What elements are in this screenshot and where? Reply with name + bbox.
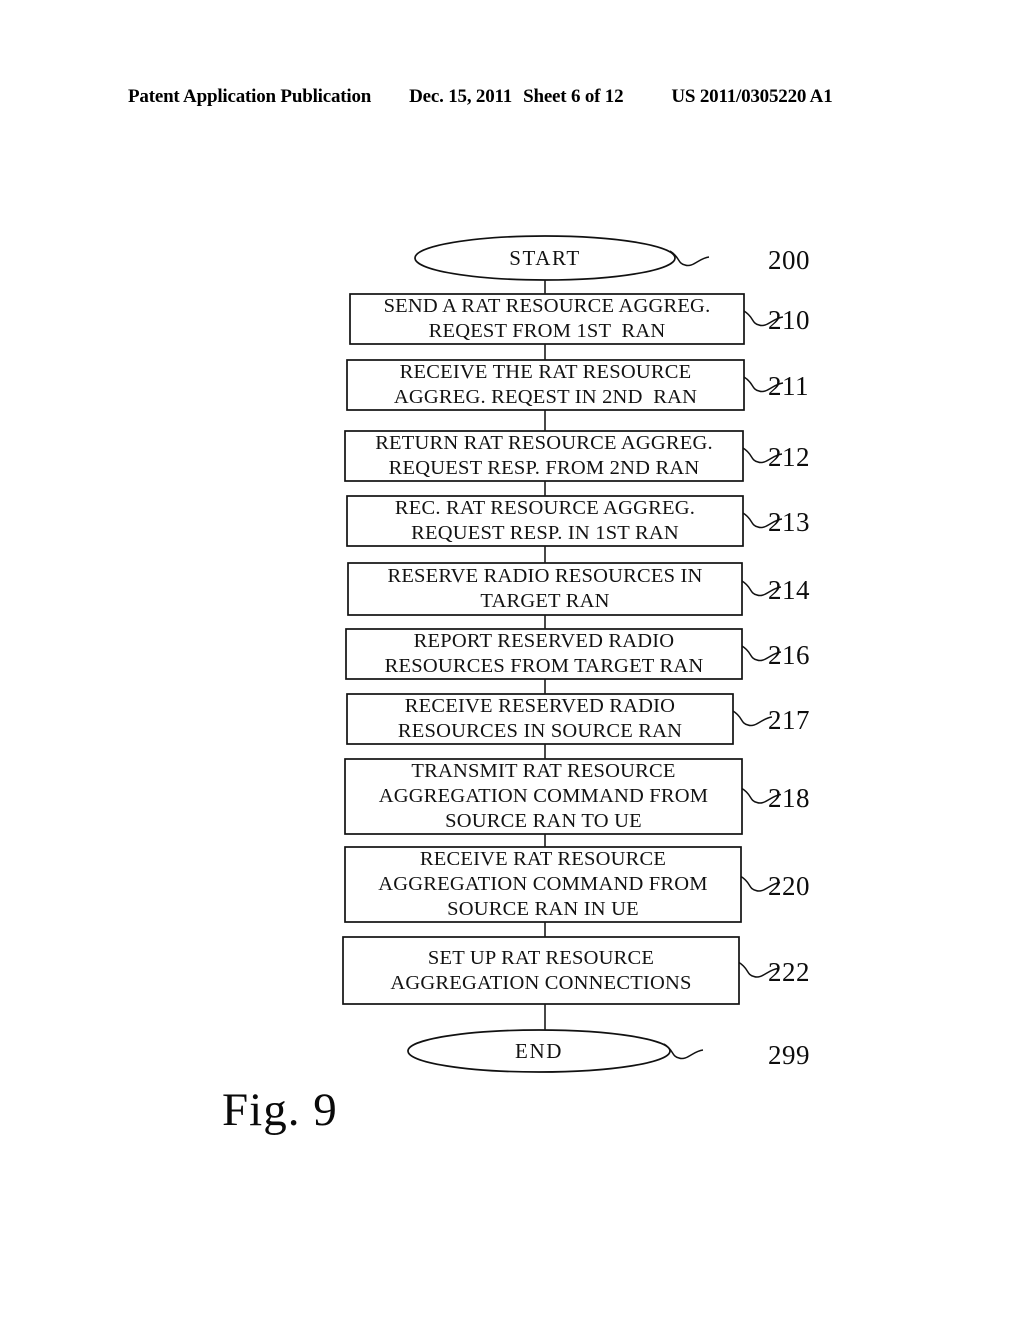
- node-text-line: SET UP RAT RESOURCE: [427, 946, 655, 969]
- reference-numeral-211: 211: [768, 371, 809, 401]
- node-text-line: RECEIVE RAT RESOURCE: [419, 848, 667, 870]
- reference-numeral-210: 210: [768, 305, 810, 335]
- reference-numeral-217: 217: [768, 705, 810, 735]
- process-box-label-217: RECEIVE RESERVED RADIO RESOURCES IN SOURC…: [347, 694, 733, 744]
- leader-line-217: [732, 710, 773, 727]
- node-text-line: RECEIVE RESERVED RADIO: [404, 695, 676, 717]
- reference-numeral-218: 218: [768, 782, 810, 813]
- header-patent-number: US 2011/0305220 A1: [671, 86, 833, 107]
- figure-caption: Fig. 9: [222, 1084, 338, 1136]
- node-text-line: RESOURCES FROM TARGET RAN: [384, 655, 704, 677]
- node-text-line: RESERVE RADIO RESOURCES IN: [387, 565, 703, 587]
- process-box-label-222: SET UP RAT RESOURCE AGGREGATION CONNECTIO…: [343, 937, 739, 1004]
- reference-numeral-220: 220: [768, 870, 810, 901]
- end-terminal-label: END: [408, 1030, 670, 1072]
- node-text-line: SOURCE RAN IN UE: [447, 898, 639, 920]
- reference-numeral-200: 200: [768, 245, 810, 275]
- process-box-label-214: RESERVE RADIO RESOURCES IN TARGET RAN: [348, 563, 742, 615]
- node-text-line: AGGREG. REQEST IN 2ND RAN: [393, 386, 698, 408]
- reference-numeral-216: 216: [768, 640, 810, 670]
- node-text-line: AGGREGATION CONNECTIONS: [390, 971, 692, 994]
- reference-numeral-213: 213: [768, 507, 810, 537]
- reference-numeral-212: 212: [768, 442, 810, 472]
- node-text-line: REC. RAT RESOURCE AGGREG.: [394, 497, 696, 519]
- node-text-line: SEND A RAT RESOURCE AGGREG.: [383, 295, 711, 317]
- node-text-line: SOURCE RAN TO UE: [445, 810, 642, 832]
- node-text-line: REQUEST RESP. IN 1ST RAN: [411, 522, 679, 544]
- node-text-line: REPORT RESERVED RADIO: [413, 630, 675, 652]
- header-sheet-label: Sheet 6 of 12: [523, 86, 624, 107]
- reference-numeral-299: 299: [768, 1040, 810, 1070]
- node-text-line: AGGREGATION COMMAND FROM: [378, 873, 708, 895]
- node-text-line: AGGREGATION COMMAND FROM: [378, 785, 709, 807]
- process-box-label-216: REPORT RESERVED RADIO RESOURCES FROM TARG…: [346, 629, 742, 679]
- process-box-label-220: RECEIVE RAT RESOURCE AGGREGATION COMMAND …: [345, 847, 741, 922]
- node-text-line: START: [509, 245, 581, 270]
- leader-line-start: [669, 250, 710, 267]
- process-box-label-218: TRANSMIT RAT RESOURCE AGGREGATION COMMAND…: [345, 759, 742, 834]
- node-text-line: REQUEST RESP. FROM 2ND RAN: [388, 457, 700, 479]
- process-box-label-212: RETURN RAT RESOURCE AGGREG. REQUEST RESP.…: [345, 431, 743, 481]
- header-date-label: Dec. 15, 2011: [409, 86, 513, 107]
- start-terminal-label: START: [415, 236, 675, 280]
- node-text-line: RESOURCES IN SOURCE RAN: [397, 720, 683, 742]
- reference-numeral-214: 214: [768, 575, 810, 605]
- process-box-label-213: REC. RAT RESOURCE AGGREG. REQUEST RESP. I…: [347, 496, 743, 546]
- node-text-line: TARGET RAN: [480, 590, 610, 612]
- process-box-label-210: SEND A RAT RESOURCE AGGREG. REQEST FROM 1…: [350, 294, 744, 344]
- header-publication-label: Patent Application Publication: [128, 86, 372, 107]
- node-text-line: REQEST FROM 1ST RAN: [428, 320, 666, 342]
- page-header: Patent Application Publication Dec. 15, …: [128, 86, 888, 110]
- node-text-line: TRANSMIT RAT RESOURCE: [411, 760, 676, 782]
- node-text-line: RECEIVE THE RAT RESOURCE: [399, 361, 692, 383]
- node-text-line: RETURN RAT RESOURCE AGGREG.: [375, 432, 713, 454]
- process-box-label-211: RECEIVE THE RAT RESOURCE AGGREG. REQEST I…: [347, 360, 744, 410]
- reference-numeral-222: 222: [768, 956, 810, 987]
- node-text-line: END: [515, 1038, 563, 1063]
